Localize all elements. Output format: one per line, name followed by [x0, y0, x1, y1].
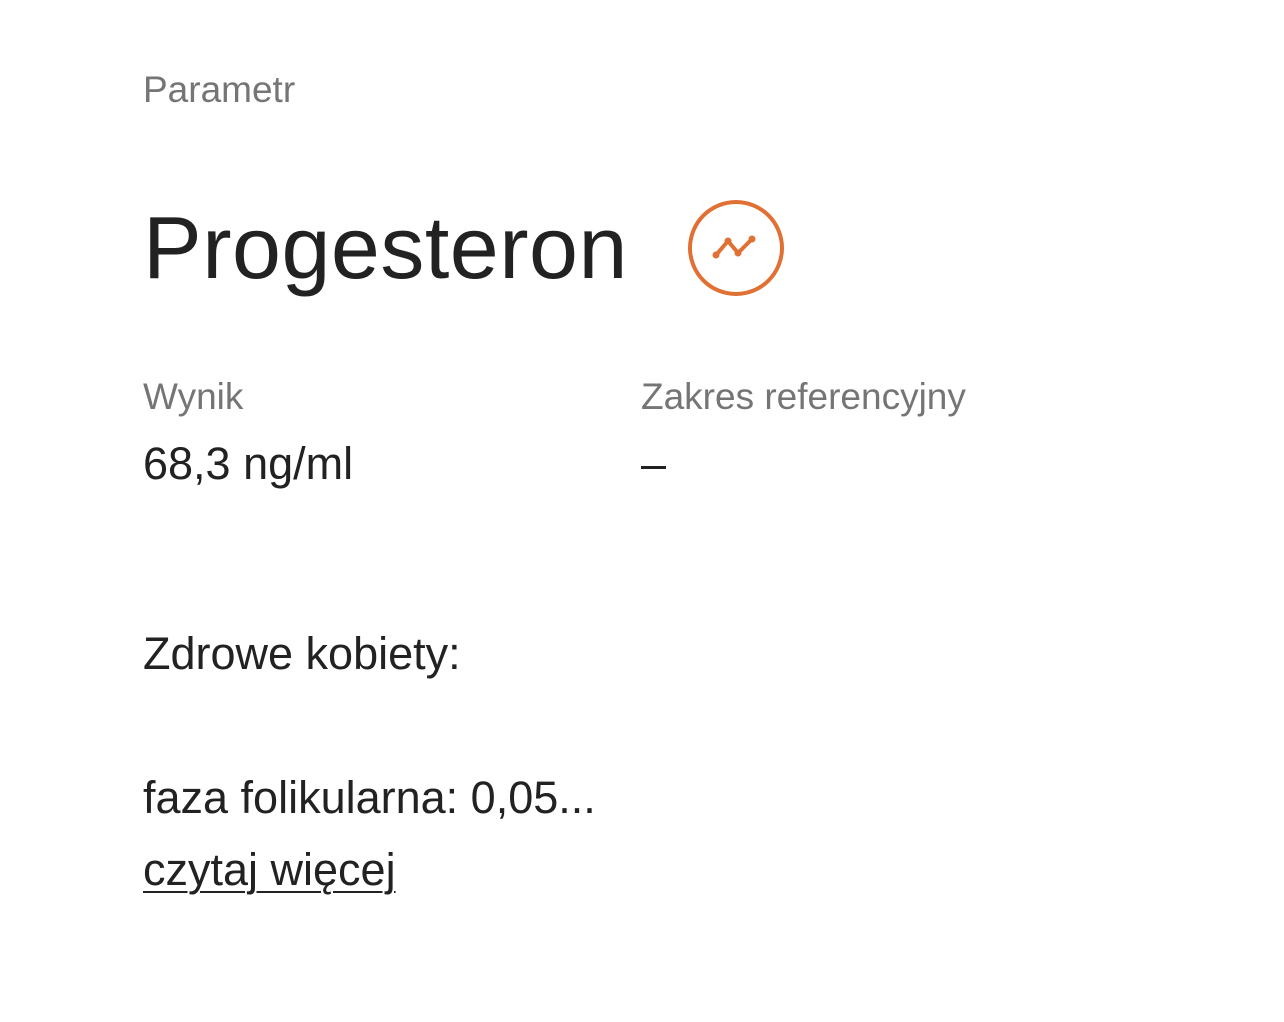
result-value: 68,3 ng/ml [143, 438, 354, 489]
result-label: Wynik [143, 376, 244, 417]
trend-chart-button[interactable] [687, 200, 784, 296]
reference-range-value: – [641, 438, 667, 489]
section-label: Parametr [143, 69, 296, 110]
parameter-header: Progesteron [143, 196, 784, 300]
reference-range-label: Zakres referencyjny [641, 376, 966, 417]
description-heading: Zdrowe kobiety: [143, 628, 461, 679]
parameter-title: Progesteron [143, 198, 628, 297]
read-more-link[interactable]: czytaj więcej [143, 844, 396, 896]
description-excerpt: faza folikularna: 0,05... [143, 772, 596, 823]
trend-chart-icon [712, 235, 756, 259]
